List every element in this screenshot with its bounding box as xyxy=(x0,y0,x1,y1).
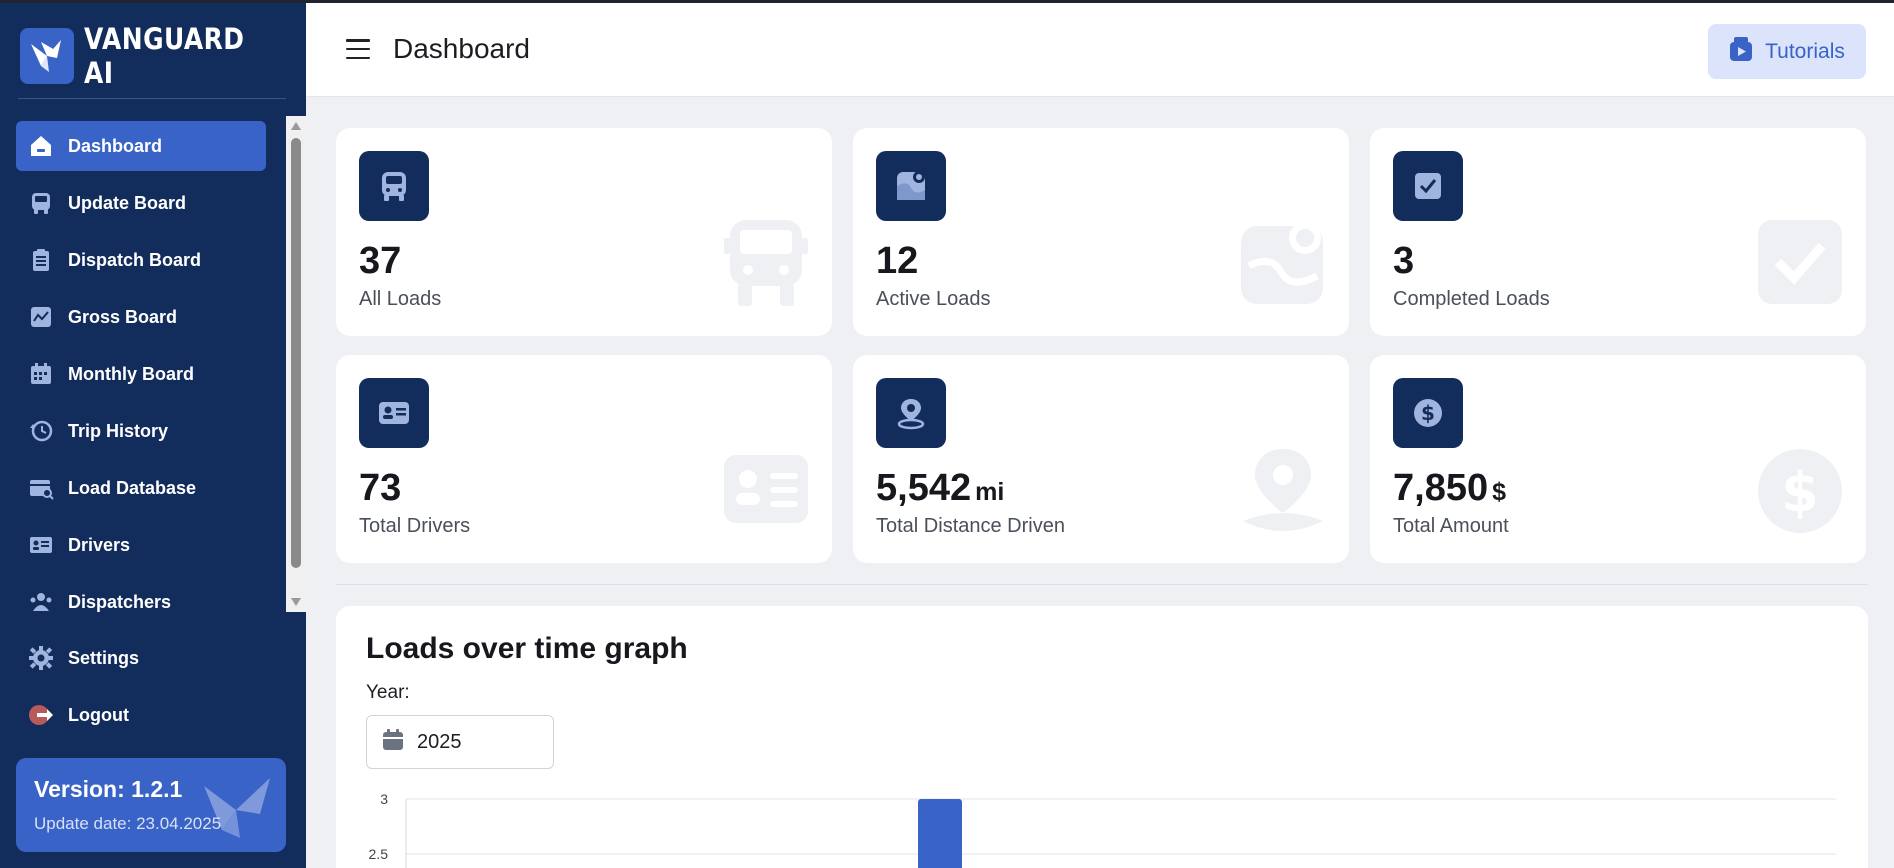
stat-label: Total Distance Driven xyxy=(876,515,1065,537)
tutorials-label: Tutorials xyxy=(1765,39,1845,63)
window-top-edge xyxy=(0,0,1894,3)
sidebar: VANGUARD AI Dashboard Update Board Dispa… xyxy=(0,0,306,868)
sidebar-item-label: Load Database xyxy=(68,477,197,498)
stat-value: 12 xyxy=(876,240,919,282)
chart-title: Loads over time graph xyxy=(366,632,688,665)
chart-line-icon xyxy=(28,304,54,330)
stat-card-completed-loads[interactable]: 3 Completed Loads xyxy=(1370,128,1866,336)
y-tick-label: 3 xyxy=(380,791,388,807)
bus-watermark-icon xyxy=(724,220,808,311)
stat-value: 73 xyxy=(359,467,402,509)
tutorials-icon xyxy=(1729,36,1753,67)
brand-name: VANGUARD AI xyxy=(83,22,245,90)
section-divider xyxy=(336,584,1868,585)
sidebar-item-label: Monthly Board xyxy=(68,363,194,384)
dollar-watermark-icon: $ xyxy=(1758,449,1842,538)
id-card-icon xyxy=(28,532,54,558)
sidebar-item-settings[interactable]: Settings xyxy=(16,633,266,683)
sidebar-item-update-board[interactable]: Update Board xyxy=(16,178,266,228)
home-icon xyxy=(28,133,54,159)
sidebar-item-label: Dispatchers xyxy=(68,591,172,612)
page-title: Dashboard xyxy=(393,33,530,64)
stat-value: 3 xyxy=(1393,240,1415,282)
year-label: Year: xyxy=(366,682,410,703)
history-icon xyxy=(28,418,54,444)
sidebar-item-label: Gross Board xyxy=(68,306,178,327)
stat-unit: mi xyxy=(975,478,1005,506)
loads-chart-card: Loads over time graph Year: 2025 3 2.5 xyxy=(336,606,1868,868)
version-update-date: Update date: 23.04.2025 xyxy=(34,814,222,833)
sidebar-item-label: Dashboard xyxy=(68,135,163,156)
brand[interactable]: VANGUARD AI xyxy=(20,22,306,90)
stat-card-active-loads[interactable]: 12 Active Loads xyxy=(853,128,1349,336)
sidebar-item-gross-board[interactable]: Gross Board xyxy=(16,292,266,342)
stat-value: 37 xyxy=(359,240,402,282)
tutorials-button[interactable]: Tutorials xyxy=(1708,24,1866,79)
id-card-watermark-icon xyxy=(724,455,808,528)
check-square-icon xyxy=(1393,151,1463,221)
brand-logo-icon xyxy=(20,28,74,84)
loads-bar-chart: 3 2.5 xyxy=(369,791,1836,868)
settings-label: Settings xyxy=(68,647,140,668)
stat-value: 5,542 mi xyxy=(876,467,1005,509)
logout-icon xyxy=(28,702,54,728)
location-watermark-icon xyxy=(1241,449,1325,540)
logout-label: Logout xyxy=(68,704,129,725)
sidebar-nav: Dashboard Update Board Dispatch Board Gr… xyxy=(0,116,306,612)
stat-label: Total Amount xyxy=(1393,515,1509,537)
sidebar-item-label: Update Board xyxy=(68,192,187,213)
scroll-thumb[interactable] xyxy=(291,138,301,568)
stat-unit: $ xyxy=(1492,478,1506,506)
stat-value: 7,850 $ xyxy=(1393,467,1506,509)
top-header: Dashboard Tutorials xyxy=(306,3,1894,97)
sidebar-item-label: Trip History xyxy=(68,420,169,441)
brand-watermark-icon xyxy=(200,774,280,843)
map-watermark-icon xyxy=(1241,220,1325,309)
sidebar-item-dispatch-board[interactable]: Dispatch Board xyxy=(16,235,266,285)
stat-card-total-drivers[interactable]: 73 Total Drivers xyxy=(336,355,832,563)
id-card-icon xyxy=(359,378,429,448)
year-value: 2025 xyxy=(417,730,462,753)
dollar-icon: $ xyxy=(1393,378,1463,448)
stat-card-all-loads[interactable]: 37 All Loads xyxy=(336,128,832,336)
sidebar-item-label: Dispatch Board xyxy=(68,249,202,270)
sidebar-item-trip-history[interactable]: Trip History xyxy=(16,406,266,456)
version-title: Version: 1.2.1 xyxy=(34,776,183,802)
location-icon xyxy=(876,378,946,448)
sidebar-item-drivers[interactable]: Drivers xyxy=(16,520,266,570)
check-watermark-icon xyxy=(1758,220,1842,309)
scroll-down-arrow-icon[interactable] xyxy=(291,598,301,606)
sidebar-item-dashboard[interactable]: Dashboard xyxy=(16,121,266,171)
version-card: Version: 1.2.1 Update date: 23.04.2025 xyxy=(16,758,286,852)
svg-text:$: $ xyxy=(1781,461,1819,524)
clipboard-icon xyxy=(28,247,54,273)
stat-label: Active Loads xyxy=(876,288,991,310)
scroll-up-arrow-icon[interactable] xyxy=(291,122,301,130)
bus-icon xyxy=(28,190,54,216)
stat-card-total-distance[interactable]: 5,542 mi Total Distance Driven xyxy=(853,355,1349,563)
stat-card-total-amount[interactable]: $ 7,850 $ Total Amount $ xyxy=(1370,355,1866,563)
hamburger-menu-icon[interactable] xyxy=(346,39,370,59)
sidebar-item-logout[interactable]: Logout xyxy=(16,690,266,740)
sidebar-item-dispatchers[interactable]: Dispatchers xyxy=(16,577,266,612)
year-picker[interactable]: 2025 xyxy=(366,715,554,769)
stat-label: All Loads xyxy=(359,288,442,310)
calendar-icon xyxy=(381,728,405,757)
sidebar-scrollbar[interactable] xyxy=(286,116,306,612)
calendar-icon xyxy=(28,361,54,387)
y-tick-label: 2.5 xyxy=(369,846,389,862)
sidebar-divider xyxy=(18,98,286,99)
users-icon xyxy=(28,589,54,612)
gear-icon xyxy=(28,645,54,671)
sidebar-item-monthly-board[interactable]: Monthly Board xyxy=(16,349,266,399)
sidebar-item-load-database[interactable]: Load Database xyxy=(16,463,266,513)
svg-text:$: $ xyxy=(1421,401,1435,425)
bus-icon xyxy=(359,151,429,221)
stat-label: Completed Loads xyxy=(1393,288,1550,310)
map-pin-icon xyxy=(876,151,946,221)
database-search-icon xyxy=(28,475,54,501)
chart-bar[interactable] xyxy=(918,799,962,868)
sidebar-item-label: Drivers xyxy=(68,534,131,555)
stat-label: Total Drivers xyxy=(359,515,471,537)
